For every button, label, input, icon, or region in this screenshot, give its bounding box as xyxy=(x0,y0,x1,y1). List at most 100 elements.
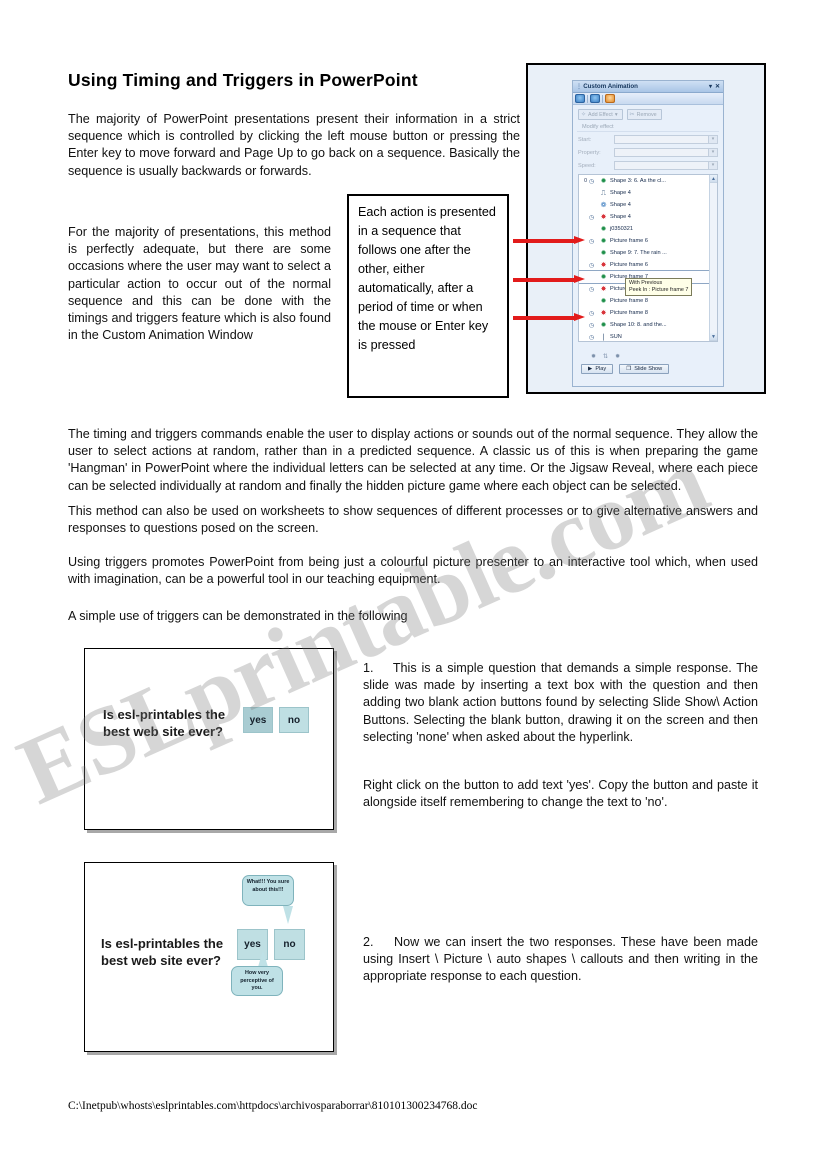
custom-animation-panel: ⋮ Custom Animation ▾ ✕ ✧ Add Effect ▾ ✂ … xyxy=(572,80,724,387)
animation-list-item[interactable]: ✹ Shape 9: 7. The rain ... xyxy=(579,247,717,259)
slide-2-callout-top: What!!! You sure about this!!! xyxy=(242,875,294,906)
slide-1-no-button[interactable]: no xyxy=(279,707,309,733)
tooltip-line-2: Peek In : Picture frame 7 xyxy=(629,287,689,293)
animation-item-label: Shape 4 xyxy=(610,190,631,196)
paragraph-intro: The majority of PowerPoint presentations… xyxy=(68,112,520,178)
remove-label: Remove xyxy=(636,111,657,118)
animation-list-item[interactable]: ◷ ✸ Picture frame 8 xyxy=(579,307,717,319)
slide-show-icon: ❐ xyxy=(626,366,632,372)
animation-effect-icon: ❁ xyxy=(600,201,607,209)
callout-tail-top xyxy=(283,906,293,924)
forward-arrow-icon[interactable] xyxy=(590,94,600,103)
field-start-combobox[interactable]: ▾ xyxy=(614,135,718,144)
field-start-label: Start: xyxy=(578,136,592,143)
field-speed-label: Speed: xyxy=(578,162,596,169)
animation-effect-icon: ✹ xyxy=(600,273,607,281)
animation-list-scrollbar[interactable]: ▲ ▼ xyxy=(709,175,717,341)
arrow-shaft xyxy=(513,315,575,320)
animation-list-item[interactable]: ✹ j0350321 xyxy=(579,223,717,235)
back-arrow-icon[interactable] xyxy=(575,94,585,103)
page-title: Using Timing and Triggers in PowerPoint xyxy=(68,70,418,90)
animation-item-label: Shape 4 xyxy=(610,214,631,220)
add-effect-button[interactable]: ✧ Add Effect ▾ xyxy=(578,109,623,120)
slide-1-question: Is esl-printables the best web site ever… xyxy=(103,707,226,739)
arrow-shaft xyxy=(513,277,575,282)
scroll-down-icon[interactable]: ▼ xyxy=(710,333,717,341)
callout-text-box: Each action is presented in a sequence t… xyxy=(347,194,509,398)
chevron-down-icon[interactable]: ▾ xyxy=(709,83,712,90)
scroll-up-icon[interactable]: ▲ xyxy=(710,175,717,183)
reorder-controls: ✹ ⇅ ✹ xyxy=(573,350,723,360)
slide-example-1: Is esl-printables the best web site ever… xyxy=(84,648,334,830)
remove-icon: ✂ xyxy=(629,112,635,118)
animation-list-item[interactable]: ◷ ✹ Shape 10: 8. and the... xyxy=(579,319,717,331)
chevron-down-icon[interactable]: ▾ xyxy=(708,136,717,143)
animation-list-item[interactable]: ◷ ✹ Picture frame 6 xyxy=(579,235,717,247)
add-effect-chevron-icon: ▾ xyxy=(614,111,618,118)
clock-icon: ◷ xyxy=(589,310,595,317)
clock-icon: ◷ xyxy=(589,178,595,185)
red-arrow-icon-1 xyxy=(513,236,585,245)
animation-list-item[interactable]: ◷ ✸ Picture frame 6 xyxy=(579,259,717,271)
animation-effect-icon: ✸ xyxy=(600,213,607,221)
chevron-down-icon[interactable]: ▾ xyxy=(708,149,717,156)
reorder-up-icon[interactable]: ✹ xyxy=(591,353,596,360)
panel-title: Custom Animation xyxy=(583,83,638,90)
animation-effect-icon: ✹ xyxy=(600,297,607,305)
paragraph-step-1b: Right click on the button to add text 'y… xyxy=(363,778,758,810)
animation-item-label: SUN xyxy=(610,334,622,340)
animation-item-label: Picture frame 6 xyxy=(610,262,648,268)
clock-icon: ◷ xyxy=(589,238,595,245)
animation-tooltip: With Previous Peek In : Picture frame 7 xyxy=(625,278,693,296)
field-speed: Speed: ▾ xyxy=(573,160,723,171)
paragraph-timing-triggers: The timing and triggers commands enable … xyxy=(68,427,758,493)
chevron-down-icon[interactable]: ▾ xyxy=(708,162,717,169)
slide-1-yes-button[interactable]: yes xyxy=(243,707,273,733)
animation-list-item[interactable]: ◷ ❘ SUN xyxy=(579,331,717,341)
field-speed-combobox[interactable]: ▾ xyxy=(614,161,718,170)
custom-animation-screenshot: ⋮ Custom Animation ▾ ✕ ✧ Add Effect ▾ ✂ … xyxy=(526,63,766,394)
slide-2-no-button[interactable]: no xyxy=(274,929,305,960)
play-label: Play xyxy=(595,366,607,372)
arrow-shaft xyxy=(513,238,575,243)
slide-show-label: Slide Show xyxy=(634,366,663,372)
field-property-combobox[interactable]: ▾ xyxy=(614,148,718,157)
animation-list-item[interactable]: ◷ ✸ Shape 4 xyxy=(579,211,717,223)
animation-item-order: 0 xyxy=(584,178,587,184)
callout-tail-bottom xyxy=(258,950,268,967)
animation-item-label: Shape 4 xyxy=(610,202,631,208)
slide-2-question: Is esl-printables the best web site ever… xyxy=(101,936,224,968)
animation-list-item[interactable]: ❁ Shape 4 xyxy=(579,199,717,211)
drag-grip-icon[interactable]: ⋮ xyxy=(576,83,582,90)
clock-icon: ◷ xyxy=(589,322,595,329)
animation-item-label: j0350321 xyxy=(610,226,634,232)
animation-effect-icon: ✹ xyxy=(600,249,607,257)
animation-item-label: Shape 9: 7. The rain ... xyxy=(610,250,667,256)
reorder-down-icon[interactable]: ✹ xyxy=(615,353,620,360)
animation-effect-icon: ✸ xyxy=(600,309,607,317)
reorder-label-icon: ⇅ xyxy=(603,354,609,360)
document-page: Using Timing and Triggers in PowerPoint … xyxy=(0,0,821,1169)
animation-list-item[interactable]: 0 ◷ ✹ Shape 3: 6. As the cl... xyxy=(579,175,717,187)
slide-show-button[interactable]: ❐ Slide Show xyxy=(619,364,670,374)
home-icon[interactable] xyxy=(605,94,615,103)
navbar-separator xyxy=(602,94,603,103)
animation-effect-icon: ✹ xyxy=(600,321,607,329)
animation-item-label: Shape 10: 8. and the... xyxy=(610,322,667,328)
animation-list-rows: 0 ◷ ✹ Shape 3: 6. As the cl... ⎍ Shape 4 ❁ Shap… xyxy=(579,175,717,341)
animation-list-item[interactable]: ⎍ Shape 4 xyxy=(579,187,717,199)
animation-item-label: Picture frame 8 xyxy=(610,298,648,304)
clock-icon: ◷ xyxy=(589,286,595,293)
animation-item-label: Picture frame 8 xyxy=(610,310,648,316)
animation-effect-icon: ❘ xyxy=(600,333,607,341)
animation-list[interactable]: 0 ◷ ✹ Shape 3: 6. As the cl... ⎍ Shape 4 ❁ Shap… xyxy=(578,174,718,342)
slide-example-2: Is esl-printables the best web site ever… xyxy=(84,862,334,1052)
footer-file-path: C:\Inetpub\whosts\eslprintables.com\http… xyxy=(68,1100,478,1112)
animation-item-label: Picture frame 6 xyxy=(610,238,648,244)
add-effect-label: Add Effect xyxy=(588,111,613,118)
panel-titlebar: ⋮ Custom Animation ▾ ✕ xyxy=(573,81,723,93)
animation-list-item[interactable]: ✹ Picture frame 8 xyxy=(579,295,717,307)
close-icon[interactable]: ✕ xyxy=(715,83,720,90)
play-button[interactable]: ▶ Play xyxy=(581,364,614,374)
remove-button[interactable]: ✂ Remove xyxy=(626,109,662,120)
